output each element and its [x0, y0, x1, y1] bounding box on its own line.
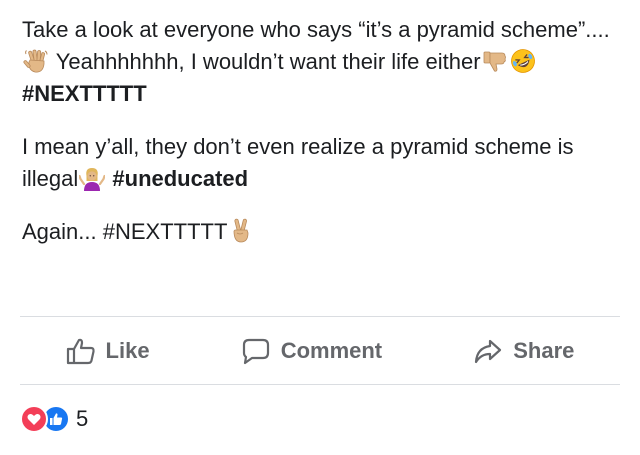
victory-hand-icon: [233, 218, 249, 243]
share-icon: [475, 339, 502, 364]
post-text-segment: Again... #NEXTTTTT: [22, 219, 228, 244]
like-button[interactable]: Like: [66, 337, 150, 365]
comment-label: Comment: [280, 338, 383, 363]
thumbs-down-icon: [483, 51, 506, 72]
share-button[interactable]: Share: [473, 337, 574, 365]
reaction-summary[interactable]: 5: [20, 405, 88, 433]
share-label: Share: [513, 338, 575, 363]
post-paragraph-1: Take a look at everyone who says “it’s a…: [22, 14, 622, 110]
post-paragraph-3: Again... #NEXTTTTT: [22, 216, 622, 248]
post-paragraph-2: I mean y’all, they don’t even realize a …: [22, 131, 622, 195]
hashtag-link[interactable]: #uneducated: [112, 166, 248, 191]
post-text-segment: Yeahhhhhhh, I wouldn’t want their life e…: [50, 49, 481, 74]
hashtag-link[interactable]: #NEXTTTTT: [22, 81, 147, 106]
comment-button[interactable]: Comment: [241, 337, 382, 365]
post-action-bar: Like Comment Share: [20, 318, 620, 384]
thumbs-up-icon: [66, 338, 95, 365]
shrugging-woman-icon: [79, 168, 106, 191]
like-label: Like: [105, 338, 150, 363]
post-text-segment: Take a look at everyone who says “it’s a…: [22, 17, 610, 42]
divider-bottom: [20, 384, 620, 385]
divider-top: [20, 316, 620, 317]
reaction-count: 5: [76, 406, 89, 431]
rolling-laughing-face-icon: [510, 49, 535, 73]
waving-hand-icon: [23, 49, 48, 73]
comment-icon: [242, 338, 269, 365]
love-react-icon: [20, 405, 48, 433]
post-body: Take a look at everyone who says “it’s a…: [22, 14, 622, 248]
